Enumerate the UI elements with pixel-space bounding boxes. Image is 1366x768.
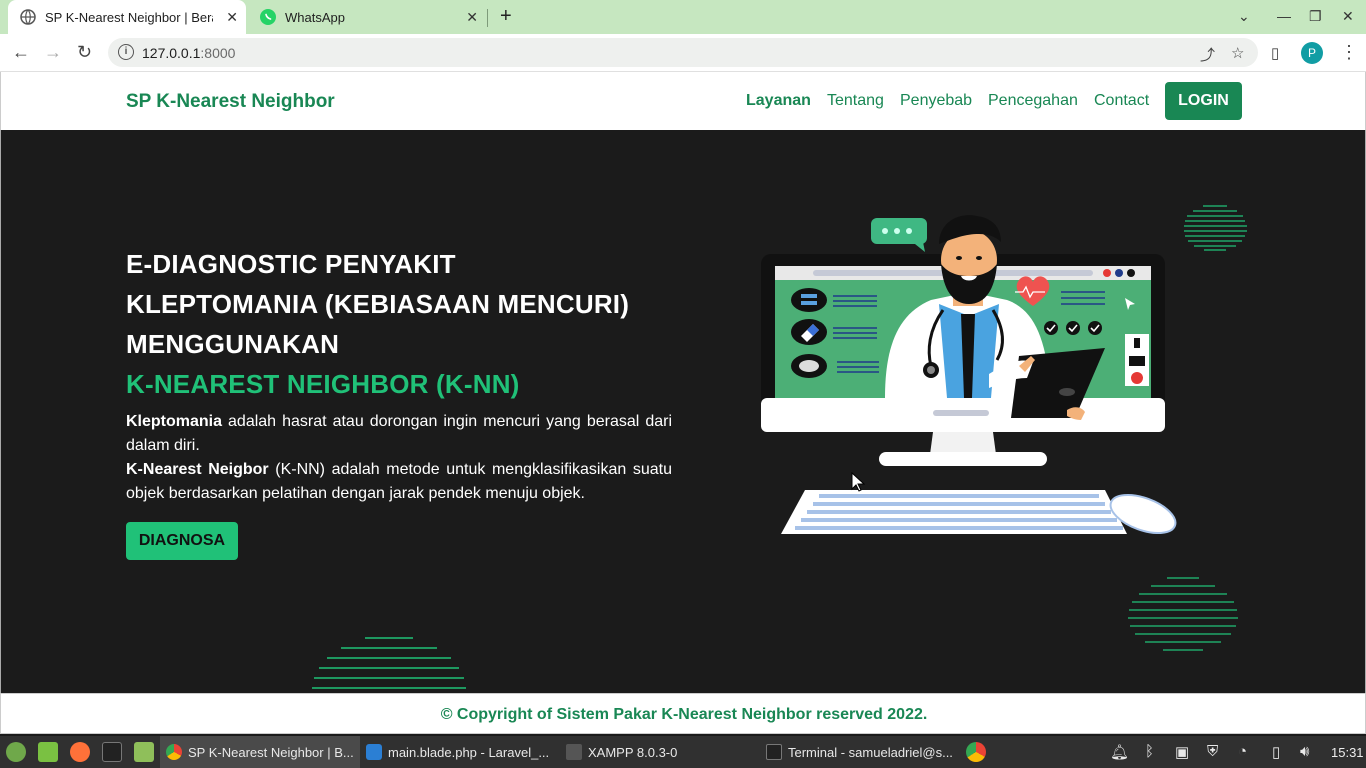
nav-layanan[interactable]: Layanan	[746, 92, 811, 110]
bluetooth-icon[interactable]: ᛒ	[1145, 743, 1154, 760]
firefox-icon[interactable]	[70, 742, 90, 762]
nav-pencegahan[interactable]: Pencegahan	[988, 92, 1078, 110]
battery-icon[interactable]: ▯	[1272, 743, 1280, 761]
volume-icon[interactable]: 🔊︎	[1300, 743, 1309, 760]
tab-search-chevron-icon[interactable]: ⌄	[1238, 8, 1250, 25]
back-arrow-icon[interactable]: ←	[12, 42, 30, 62]
task-xampp-window[interactable]: XAMPP 8.0.3-0	[560, 736, 756, 768]
xampp-icon	[566, 744, 582, 760]
tab-title: SP K-Nearest Neighbor | Beran	[45, 9, 213, 25]
whatsapp-icon	[260, 9, 276, 25]
vscode-icon	[366, 744, 382, 760]
nav-penyebab[interactable]: Penyebab	[900, 92, 972, 110]
site-info-icon[interactable]: i	[118, 44, 134, 60]
notification-bell-icon[interactable]: 🔔︎	[1110, 743, 1129, 761]
chrome-icon	[166, 744, 182, 760]
share-icon[interactable]: ⤴	[1200, 44, 1215, 65]
login-button[interactable]: LOGIN	[1165, 82, 1242, 120]
site-navbar: SP K-Nearest Neighbor Layanan Tentang Pe…	[0, 72, 1366, 130]
forward-arrow-icon[interactable]: →	[44, 42, 62, 62]
clock[interactable]: 15:31	[1331, 745, 1364, 760]
side-panel-icon[interactable]: ▯	[1271, 44, 1279, 64]
tab-whatsapp[interactable]: WhatsApp ✕	[250, 0, 486, 34]
terminal-launcher-icon[interactable]	[102, 742, 122, 762]
tab-separator	[487, 9, 488, 27]
task-vscode-window[interactable]: main.blade.php - Laravel_...	[360, 736, 560, 768]
copyright-text: © Copyright of Sistem Pakar K-Nearest Ne…	[440, 706, 928, 723]
show-desktop-icon[interactable]	[38, 742, 58, 762]
close-tab-icon[interactable]: ✕	[226, 9, 238, 26]
new-tab-button[interactable]: +	[500, 6, 512, 26]
wifi-icon[interactable]: ◔	[1238, 743, 1247, 760]
hero-title: E-DIAGNOSTIC PENYAKIT KLEPTOMANIA (KEBIA…	[126, 249, 630, 399]
browser-toolbar: ← → ↻ i 127.0.0.1:8000 ⤴ ☆ ▯ P ⋮	[0, 34, 1366, 72]
decor-stripes-top	[1184, 205, 1247, 251]
tab-sp-knn[interactable]: SP K-Nearest Neighbor | Beran ✕	[8, 0, 246, 34]
close-window-icon[interactable]: ✕	[1342, 8, 1354, 25]
clipboard-icon[interactable]: ▣	[1175, 743, 1189, 761]
restore-icon[interactable]: ❐	[1309, 8, 1322, 25]
minimize-icon[interactable]: —	[1277, 8, 1291, 24]
hero-section: E-DIAGNOSTIC PENYAKIT KLEPTOMANIA (KEBIA…	[0, 130, 1366, 693]
bookmark-star-icon[interactable]: ☆	[1231, 44, 1244, 62]
terminal-icon	[766, 744, 782, 760]
globe-icon	[20, 9, 36, 25]
chrome-pinned-icon[interactable]	[966, 742, 986, 762]
decor-stripes-right	[1128, 577, 1238, 651]
os-taskbar: SP K-Nearest Neighbor | B... main.blade.…	[0, 736, 1366, 768]
profile-avatar[interactable]: P	[1301, 42, 1323, 64]
shield-icon[interactable]: ⛨	[1207, 743, 1218, 760]
menu-kebab-icon[interactable]: ⋮	[1340, 42, 1358, 62]
task-terminal-window[interactable]: Terminal - samueladriel@s...	[760, 736, 960, 768]
nav-tentang[interactable]: Tentang	[827, 92, 884, 110]
reload-icon[interactable]: ↻	[77, 42, 92, 62]
mint-menu-icon[interactable]	[6, 742, 26, 762]
files-icon[interactable]	[134, 742, 154, 762]
close-tab-icon[interactable]: ✕	[466, 9, 478, 26]
site-footer: © Copyright of Sistem Pakar K-Nearest Ne…	[0, 693, 1366, 734]
mouse-cursor-icon	[851, 472, 865, 492]
diagnosa-button[interactable]: DIAGNOSA	[126, 522, 238, 560]
nav-contact[interactable]: Contact	[1094, 92, 1149, 110]
task-chrome-window[interactable]: SP K-Nearest Neighbor | B...	[160, 736, 360, 768]
site-brand[interactable]: SP K-Nearest Neighbor	[126, 91, 335, 113]
decor-stripes-bottom	[312, 637, 466, 689]
address-bar[interactable]: i 127.0.0.1:8000 ⤴ ☆	[108, 38, 1258, 67]
doctor-monitor-illustration	[761, 215, 1177, 534]
browser-tab-strip: SP K-Nearest Neighbor | Beran ✕ WhatsApp…	[0, 0, 1366, 34]
tab-title: WhatsApp	[285, 9, 345, 25]
hero-description: Kleptomania adalah hasrat atau dorongan …	[126, 413, 672, 502]
url-text: 127.0.0.1:8000	[142, 45, 236, 61]
